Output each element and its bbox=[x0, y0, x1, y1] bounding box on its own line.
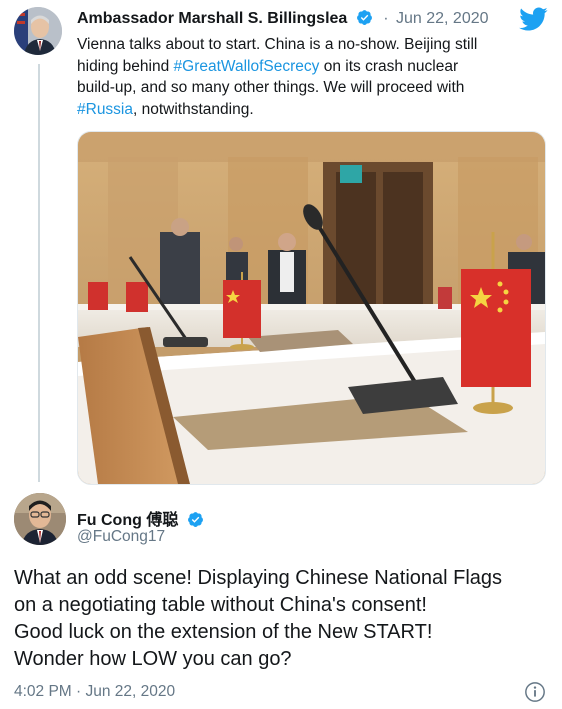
quoted-separator: · bbox=[383, 10, 389, 27]
quoted-text-segment: hiding behind bbox=[77, 57, 174, 75]
quoted-text-line-1: Vienna talks about to start. China is a … bbox=[77, 36, 478, 53]
quoted-date[interactable]: Jun 22, 2020 bbox=[396, 10, 489, 27]
reply-author-name[interactable]: Fu Cong 傅聪 bbox=[77, 512, 178, 529]
quoted-text-segment: , notwithstanding. bbox=[133, 100, 254, 118]
quoted-tweet-text: Vienna talks about to start. China is a … bbox=[77, 34, 547, 120]
reply-tweet-text: What an odd scene! Displaying Chinese Na… bbox=[14, 565, 554, 673]
verified-badge-icon bbox=[187, 512, 203, 527]
thread-connector-line bbox=[38, 64, 40, 482]
reply-handle[interactable]: @FuCong17 bbox=[77, 528, 165, 546]
avatar-fu-cong[interactable] bbox=[14, 493, 66, 545]
reply-text-line: What an odd scene! Displaying Chinese Na… bbox=[14, 567, 503, 589]
hashtag-russia[interactable]: #Russia bbox=[77, 101, 133, 118]
reply-text-line: on a negotiating table without China's c… bbox=[14, 594, 427, 616]
reply-timestamp[interactable]: 4:02 PM · Jun 22, 2020 bbox=[14, 683, 175, 701]
verified-badge-icon bbox=[356, 10, 372, 25]
quoted-text-segment: on its crash nuclear bbox=[319, 57, 459, 75]
twitter-bird-icon[interactable] bbox=[518, 6, 548, 32]
reply-tweet-header: Fu Cong 傅聪 bbox=[77, 506, 204, 530]
avatar-billingslea[interactable] bbox=[14, 7, 62, 55]
info-icon[interactable] bbox=[524, 681, 546, 703]
tweet-photo[interactable] bbox=[77, 131, 546, 485]
hashtag-great-wall-of-secrecy[interactable]: #GreatWallofSecrecy bbox=[174, 58, 320, 75]
reply-text-line: Wonder how LOW you can go? bbox=[14, 648, 292, 670]
quoted-tweet-header: Ambassador Marshall S. Billingslea · Jun… bbox=[77, 9, 489, 28]
reply-text-line: Good luck on the extension of the New ST… bbox=[14, 621, 433, 643]
quoted-author-name[interactable]: Ambassador Marshall S. Billingslea bbox=[77, 10, 347, 27]
quoted-text-line-3: build-up, and so many other things. We w… bbox=[77, 79, 465, 96]
